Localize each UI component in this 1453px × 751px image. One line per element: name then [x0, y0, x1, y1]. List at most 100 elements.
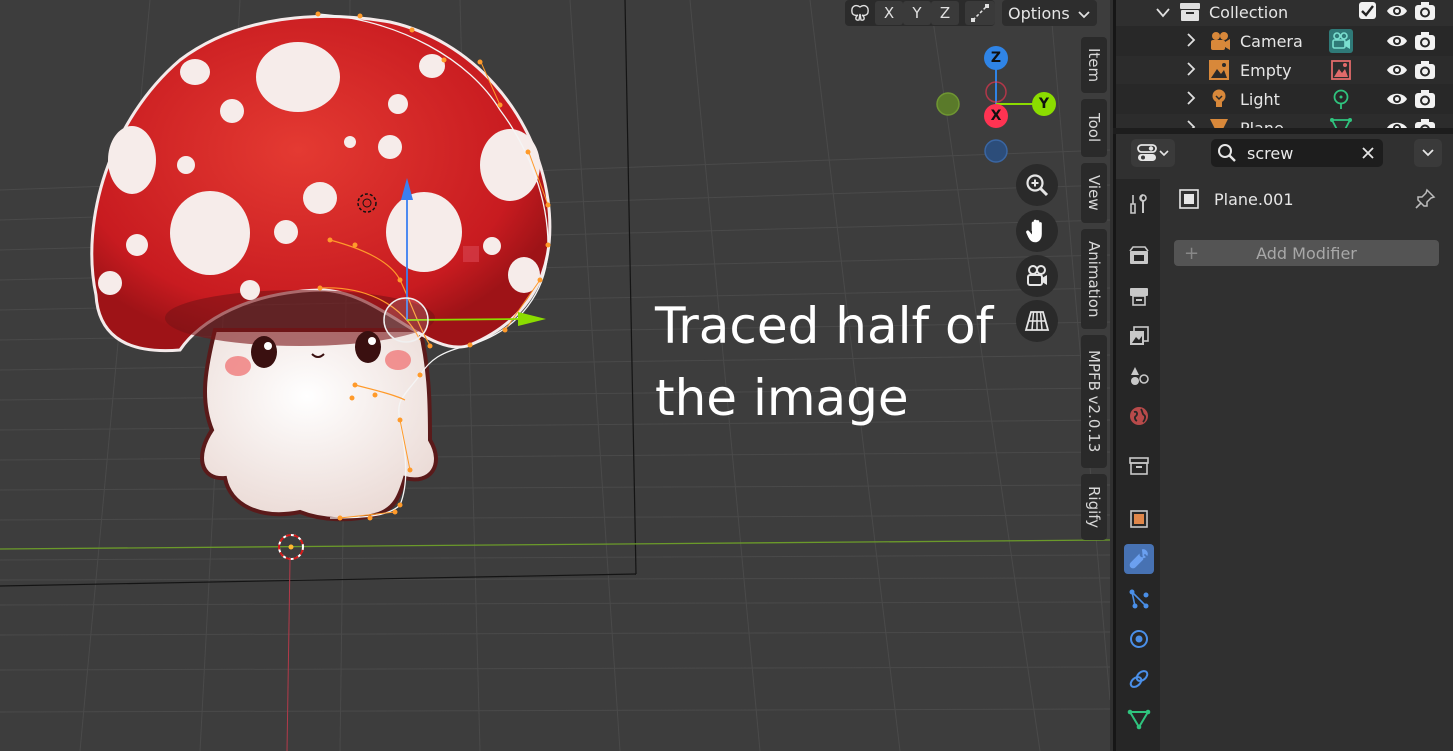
outliner-row-empty[interactable]: Empty — [1116, 56, 1453, 84]
eye-icon[interactable] — [1386, 31, 1408, 55]
tab-view[interactable]: View — [1081, 163, 1107, 223]
add-modifier-button[interactable]: + Add Modifier — [1174, 240, 1439, 266]
tab-item[interactable]: Item — [1081, 37, 1107, 93]
tab-output[interactable] — [1124, 281, 1154, 311]
tab-object-data[interactable] — [1124, 704, 1154, 734]
gizmo-neg-z[interactable] — [984, 139, 1008, 163]
render-camera-icon[interactable] — [1414, 89, 1436, 113]
render-camera-icon[interactable] — [1414, 118, 1436, 128]
properties-options-dropdown[interactable] — [1414, 139, 1442, 167]
3d-viewport[interactable]: Z Y X X Y Z Options Traced half of the i… — [0, 0, 1110, 751]
object-name-row: Plane.001 — [1174, 184, 1444, 214]
plane-mesh-icon — [1208, 117, 1230, 128]
light-data-icon[interactable] — [1330, 88, 1352, 114]
outliner-item-label[interactable]: Light — [1240, 90, 1280, 109]
tab-scene[interactable] — [1124, 361, 1154, 391]
plus-icon: + — [1184, 243, 1200, 264]
editor-type-dropdown[interactable] — [1131, 139, 1175, 167]
collection-name[interactable]: Collection — [1209, 3, 1288, 22]
checkbox-checked-icon[interactable] — [1359, 2, 1376, 19]
render-camera-icon[interactable] — [1414, 1, 1436, 25]
options-label: Options — [1008, 3, 1070, 23]
tab-tool[interactable]: Tool — [1081, 99, 1107, 157]
tab-rigify[interactable]: Rigify — [1081, 474, 1107, 540]
mirror-y-toggle[interactable]: Y — [903, 1, 931, 25]
tab-object[interactable] — [1124, 504, 1154, 534]
particles-icon — [1129, 589, 1149, 609]
clear-search-icon[interactable] — [1361, 145, 1375, 164]
outliner-row-light[interactable]: Light — [1116, 85, 1453, 113]
tab-view-layer[interactable] — [1124, 321, 1154, 351]
tab-animation[interactable]: Animation — [1081, 229, 1107, 329]
tab-world[interactable] — [1124, 401, 1154, 431]
pan-button[interactable] — [1016, 210, 1058, 252]
chevron-down-icon[interactable] — [1156, 3, 1170, 22]
mirror-z-toggle[interactable]: Z — [931, 1, 959, 25]
annotation-text: Traced half of the image — [655, 290, 1035, 434]
annotation-line-1: Traced half of — [655, 297, 994, 355]
outliner[interactable]: Collection Camera Empty Light Plane — [1113, 0, 1453, 128]
chevron-right-icon[interactable] — [1186, 90, 1196, 109]
chevron-right-icon[interactable] — [1186, 61, 1196, 80]
eye-icon[interactable] — [1386, 118, 1408, 128]
view-layer-icon — [1130, 326, 1149, 345]
properties-editor[interactable]: screw Plane.001 + Add Modifier — [1113, 134, 1453, 751]
eye-icon[interactable] — [1386, 89, 1408, 113]
gizmo-x[interactable]: X — [984, 104, 1008, 128]
tab-tool-settings[interactable] — [1124, 189, 1154, 219]
render-camera-icon[interactable] — [1414, 60, 1436, 84]
outliner-row-camera[interactable]: Camera — [1116, 27, 1453, 55]
chevron-right-icon[interactable] — [1186, 119, 1196, 128]
gizmo-y-label: Y — [1038, 96, 1050, 112]
gizmo-z-label: Z — [990, 50, 1002, 66]
tab-collection[interactable] — [1124, 451, 1154, 481]
camera-object-icon — [1208, 30, 1232, 56]
tool-icon — [1130, 194, 1147, 214]
gizmo-y[interactable]: Y — [1032, 92, 1056, 116]
x-axis-line — [0, 539, 1110, 550]
chevron-right-icon[interactable] — [1186, 32, 1196, 51]
tab-particles[interactable] — [1124, 584, 1154, 614]
butterfly-mirror-icon[interactable] — [845, 1, 875, 25]
gizmo-neg-y[interactable] — [936, 92, 960, 116]
outliner-item-label[interactable]: Empty — [1240, 61, 1292, 80]
render-camera-icon[interactable] — [1414, 31, 1436, 55]
pan-hand-icon — [1026, 219, 1042, 243]
object-square-icon — [1178, 188, 1200, 210]
constraints-icon — [1129, 670, 1149, 688]
camera-icon — [1027, 265, 1047, 286]
zoom-icon — [1026, 174, 1049, 197]
tab-mpfb[interactable]: MPFB v2.0.13 — [1081, 335, 1107, 468]
outliner-row-collection[interactable]: Collection — [1116, 0, 1453, 26]
scene-icon — [1131, 367, 1149, 385]
collection-box-icon — [1178, 0, 1202, 28]
chevron-down-icon — [1078, 4, 1090, 23]
eye-icon[interactable] — [1386, 1, 1408, 25]
tab-physics[interactable] — [1124, 624, 1154, 654]
mesh-data-icon[interactable] — [1330, 117, 1352, 128]
mushroom-reference-image[interactable] — [90, 14, 552, 522]
outliner-item-label[interactable]: Plane — [1240, 119, 1284, 129]
mirror-x-toggle[interactable]: X — [875, 1, 903, 25]
camera-data-icon[interactable] — [1328, 28, 1354, 58]
tab-constraints[interactable] — [1124, 664, 1154, 694]
outliner-row-plane[interactable]: Plane — [1116, 114, 1453, 128]
topology-mirror-icon[interactable] — [965, 1, 995, 25]
physics-orbit-icon — [1130, 630, 1148, 648]
object-name[interactable]: Plane.001 — [1214, 190, 1294, 209]
properties-search-field[interactable]: screw — [1211, 139, 1383, 167]
zoom-button[interactable] — [1016, 164, 1058, 206]
gizmo-z[interactable]: Z — [984, 46, 1008, 70]
outliner-item-label[interactable]: Camera — [1240, 32, 1303, 51]
properties-editor-icon — [1137, 144, 1169, 161]
pin-icon[interactable] — [1414, 188, 1436, 210]
image-data-icon[interactable] — [1330, 59, 1352, 85]
eye-icon[interactable] — [1386, 60, 1408, 84]
properties-tab-column — [1116, 179, 1160, 751]
tab-modifiers[interactable] — [1124, 544, 1154, 574]
wrench-icon — [1129, 549, 1148, 569]
tab-render[interactable] — [1124, 241, 1154, 271]
axis-toggle-group: X Y Z — [845, 0, 995, 26]
search-input[interactable]: screw — [1247, 144, 1361, 163]
options-dropdown[interactable]: Options — [1002, 0, 1097, 26]
